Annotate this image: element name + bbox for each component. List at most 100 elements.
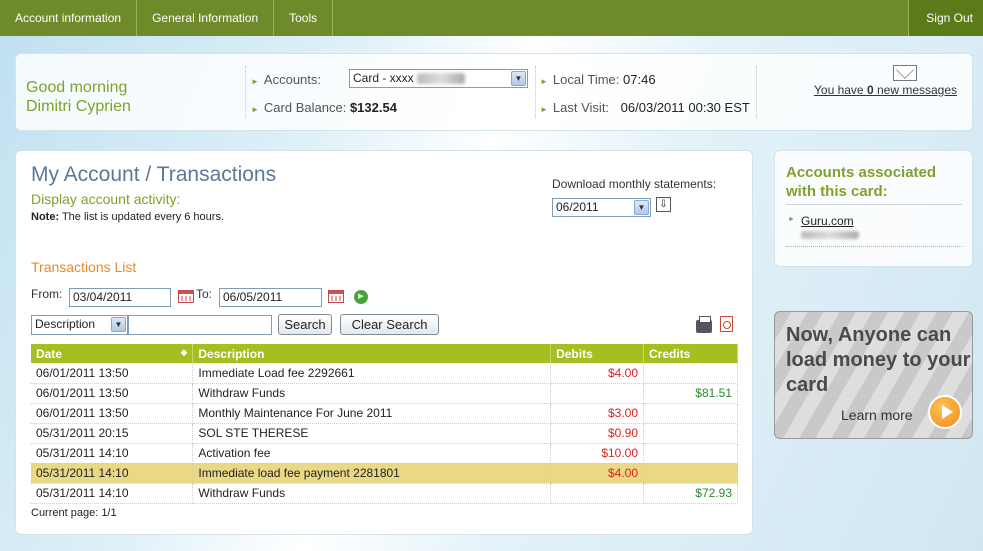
from-date-input[interactable]: 03/04/2011 xyxy=(69,288,171,307)
balance-label: Card Balance: xyxy=(263,100,347,115)
note-text: The list is updated every 6 hours. xyxy=(59,211,224,223)
cell-description: Activation fee xyxy=(192,443,552,464)
cell-debit xyxy=(550,383,645,404)
clear-search-button[interactable]: Clear Search xyxy=(340,314,439,335)
cell-debit: $0.90 xyxy=(550,423,645,444)
divider xyxy=(535,66,536,118)
sort-icon[interactable]: ◆ xyxy=(180,347,187,358)
nav-general-information[interactable]: General Information xyxy=(137,0,275,36)
top-nav: Account information General Information … xyxy=(0,0,983,36)
search-field-value: Description xyxy=(35,317,96,331)
cell-credit xyxy=(643,423,738,444)
go-arrow-icon[interactable]: ▶ xyxy=(354,290,368,304)
table-row[interactable]: 05/31/2011 14:10 Activation fee $10.00 xyxy=(31,443,738,464)
nav-account-information[interactable]: Account information xyxy=(0,0,138,36)
bullet-arrow-icon: ► xyxy=(251,105,259,114)
chevron-down-icon: ▼ xyxy=(111,317,126,332)
table-row-highlighted[interactable]: 05/31/2011 14:10 Immediate load fee paym… xyxy=(31,463,738,484)
statement-month-select[interactable]: 06/2011 ▼ xyxy=(552,198,651,217)
pdf-icon[interactable] xyxy=(720,316,733,332)
cell-date: 05/31/2011 14:10 xyxy=(31,463,194,484)
cell-debit: $4.00 xyxy=(550,363,645,384)
play-arrow-icon[interactable] xyxy=(928,395,962,429)
table-row[interactable]: 05/31/2011 20:15 SOL STE THERESE $0.90 xyxy=(31,423,738,444)
search-field-select[interactable]: Description ▼ xyxy=(31,315,128,335)
table-row[interactable]: 06/01/2011 13:50 Withdraw Funds $81.51 xyxy=(31,383,738,404)
local-time-row: ► Local Time: 07:46 xyxy=(540,72,656,87)
envelope-icon[interactable] xyxy=(893,65,917,81)
associated-accounts-heading: Accounts associated with this card: xyxy=(786,163,962,205)
divider xyxy=(756,66,757,118)
cell-debit: $4.00 xyxy=(550,463,645,484)
current-page-indicator: Current page: 1/1 xyxy=(31,507,117,519)
user-name: Dimitri Cyprien xyxy=(26,98,131,115)
associated-account-link[interactable]: Guru.com xyxy=(801,214,854,228)
cell-description: Withdraw Funds xyxy=(192,483,552,504)
associated-accounts-panel: Accounts associated with this card: ► Gu… xyxy=(774,150,973,267)
balance-row: ► Card Balance: $132.54 xyxy=(251,100,397,115)
column-header-date-label: Date xyxy=(36,346,63,361)
cell-credit: $72.93 xyxy=(643,483,738,504)
messages-suffix: new messages xyxy=(873,83,958,97)
bullet-arrow-icon: ► xyxy=(540,105,548,114)
last-visit-value: 06/03/2011 00:30 EST xyxy=(620,100,750,115)
sign-out-button[interactable]: Sign Out xyxy=(908,0,983,36)
cell-description: Immediate load fee payment 2281801 xyxy=(192,463,552,484)
table-row[interactable]: 05/31/2011 14:10 Withdraw Funds $72.93 xyxy=(31,483,738,504)
messages-link[interactable]: You have 0 new messages xyxy=(814,83,957,97)
download-icon[interactable]: ⇩ xyxy=(656,197,671,212)
print-icon[interactable] xyxy=(696,316,712,333)
greeting: Good morning Dimitri Cyprien xyxy=(26,78,131,116)
cell-debit: $10.00 xyxy=(550,443,645,464)
redacted-mark xyxy=(801,231,859,239)
messages-count: 0 xyxy=(866,83,874,97)
calendar-icon[interactable] xyxy=(178,290,194,303)
download-statements-label: Download monthly statements: xyxy=(552,177,717,191)
cell-description: Immediate Load fee 2292661 xyxy=(192,363,552,384)
calendar-icon[interactable] xyxy=(328,290,344,303)
statement-month-value: 06/2011 xyxy=(556,200,599,214)
to-date-input[interactable]: 06/05/2011 xyxy=(219,288,322,307)
account-info-bar: Good morning Dimitri Cyprien ► Accounts: … xyxy=(15,53,973,131)
local-time-value: 07:46 xyxy=(623,72,656,87)
divider xyxy=(245,66,246,118)
accounts-label: Accounts: xyxy=(263,72,322,87)
nav-tools[interactable]: Tools xyxy=(274,0,334,36)
cell-credit xyxy=(643,403,738,424)
cell-date: 05/31/2011 20:15 xyxy=(31,423,194,444)
accounts-row: ► Accounts: xyxy=(251,72,321,87)
divider xyxy=(786,246,962,247)
last-visit-label: Last Visit: xyxy=(552,100,610,115)
chevron-down-icon: ▼ xyxy=(511,71,526,86)
search-input[interactable] xyxy=(128,315,272,335)
cell-date: 06/01/2011 13:50 xyxy=(31,383,194,404)
bullet-arrow-icon: ► xyxy=(251,77,259,86)
column-header-date[interactable]: Date ◆ xyxy=(31,344,194,363)
note-label: Note: xyxy=(31,211,60,223)
last-visit-row: ► Last Visit: 06/03/2011 00:30 EST xyxy=(540,100,750,115)
chevron-down-icon: ▼ xyxy=(634,200,649,215)
cell-credit xyxy=(643,363,738,384)
transactions-panel: My Account / Transactions Display accoun… xyxy=(15,150,753,535)
accounts-select[interactable]: Card - xxxx ▼ xyxy=(349,69,528,88)
transactions-list-title: Transactions List xyxy=(31,259,137,275)
cell-description: Monthly Maintenance For June 2011 xyxy=(192,403,552,424)
cell-date: 05/31/2011 14:10 xyxy=(31,443,194,464)
cell-debit: $3.00 xyxy=(550,403,645,424)
table-row[interactable]: 06/01/2011 13:50 Monthly Maintenance For… xyxy=(31,403,738,424)
page-title: My Account / Transactions xyxy=(31,163,277,186)
cell-date: 06/01/2011 13:50 xyxy=(31,403,194,424)
transactions-table: Date ◆ Description Debits Credits 06/01/2… xyxy=(31,344,738,504)
local-time-label: Local Time: xyxy=(552,72,620,87)
cell-debit xyxy=(550,483,645,504)
from-label: From: xyxy=(31,287,63,301)
search-button[interactable]: Search xyxy=(278,314,332,335)
balance-value: $132.54 xyxy=(349,100,397,115)
bullet-arrow-icon: ► xyxy=(540,77,548,86)
learn-more-link[interactable]: Learn more xyxy=(841,407,913,423)
promo-text: Now, Anyone can load money to your card xyxy=(786,324,971,396)
load-money-promo[interactable]: Now, Anyone can load money to your card … xyxy=(774,311,973,439)
update-note: Note: The list is updated every 6 hours. xyxy=(31,211,224,223)
greeting-text: Good morning xyxy=(26,79,128,96)
table-row[interactable]: 06/01/2011 13:50 Immediate Load fee 2292… xyxy=(31,363,738,384)
